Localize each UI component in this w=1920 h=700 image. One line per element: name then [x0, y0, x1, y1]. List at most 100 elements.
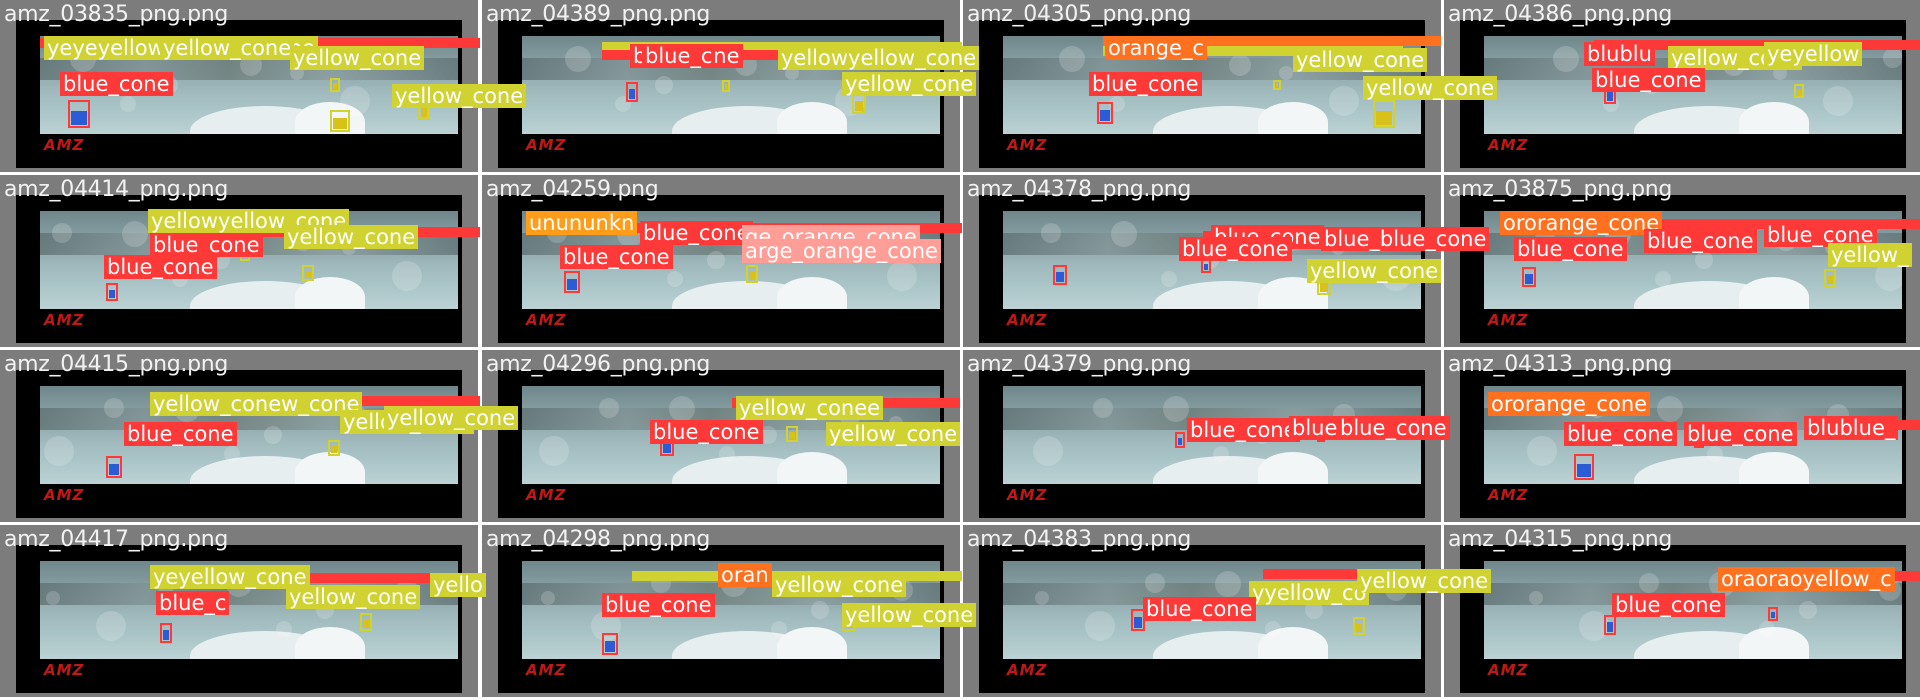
- detection-box: [1768, 607, 1778, 621]
- detection-label: blue_cone: [560, 245, 673, 269]
- detection-box: [302, 265, 314, 281]
- detection-mosaic: AMZyeyeyellow_cyellow_coneyellow_coneyel…: [0, 0, 1920, 700]
- tile-filename: amz_04417_png.png: [4, 527, 229, 552]
- image-tile: AMZ unununkn blue_cone ge_orange_cone blue_c…: [482, 175, 962, 347]
- detection-label: yeyellow: [1764, 42, 1863, 66]
- amz-logo: AMZ: [1007, 661, 1048, 679]
- detection-label: blue_cone: [1684, 422, 1797, 446]
- detection-label: yellow_cone: [826, 422, 961, 446]
- detection-label: blue_cone: [1089, 72, 1202, 96]
- detection-label: orange_c: [1105, 36, 1207, 60]
- detection-label: yellow_cone: [1307, 259, 1442, 283]
- image-tile: AMZ orange_c yellow_cone blue_cone yellow_co…: [963, 0, 1498, 172]
- detection-box: [1574, 454, 1594, 480]
- detection-label: blue_cone: [650, 420, 763, 444]
- amz-logo: AMZ: [1488, 661, 1529, 679]
- image-tile: AMZ blue_cone blue_ blue_cone amz_04379_png.…: [963, 350, 1450, 522]
- image-tile: AMZ blublu yellow_cone yeyellow blue_cone amz…: [1444, 0, 1920, 172]
- detection-box: [68, 100, 90, 128]
- detection-label: blue_cone: [150, 233, 263, 257]
- amz-logo: AMZ: [44, 136, 85, 154]
- detection-box: [1794, 84, 1804, 98]
- detection-label: yellow_cone: [772, 573, 907, 597]
- detection-box: [1053, 265, 1067, 285]
- detection-box: [602, 633, 618, 655]
- detection-box: [852, 94, 866, 114]
- detection-box: [1522, 267, 1536, 287]
- detection-label: yellow_cone: [842, 603, 977, 627]
- detection-label: yellow_cone: [384, 406, 519, 430]
- amz-logo: AMZ: [526, 136, 567, 154]
- detection-box: [330, 110, 350, 132]
- tile-filename: amz_04383_png.png: [967, 527, 1192, 552]
- detection-label: yyellow_co: [1249, 581, 1370, 605]
- detection-box: [1604, 615, 1616, 635]
- tile-filename: amz_04296_png.png: [486, 352, 711, 377]
- detection-label: blue_blue_cone: [1321, 227, 1490, 251]
- tile-filename: amz_04386_png.png: [1448, 2, 1673, 27]
- detection-label: oraoraoyellow_c: [1718, 567, 1895, 591]
- tile-filename: amz_04298_png.png: [486, 527, 711, 552]
- detection-box: [106, 283, 118, 301]
- detection-label: arge_orange_cone: [742, 239, 941, 263]
- amz-logo: AMZ: [1488, 311, 1529, 329]
- detection-label: yellow_: [1828, 243, 1912, 267]
- detection-label: blue_c: [156, 591, 230, 615]
- amz-logo: AMZ: [526, 661, 567, 679]
- amz-logo: AMZ: [44, 661, 85, 679]
- detection-box: [564, 271, 580, 293]
- detection-box: [1824, 269, 1836, 287]
- detection-label: yellow_cone: [286, 585, 421, 609]
- image-tile: AMZ oran yellow_cone blue_cone yellow_cone am…: [482, 525, 977, 697]
- detection-label: ororange_cone: [1488, 392, 1651, 416]
- detection-label: oran: [718, 563, 772, 587]
- image-tile: AMZblue_coneblue_cyellowyellow_coneyello…: [482, 0, 980, 172]
- amz-logo: AMZ: [44, 311, 85, 329]
- detection-label: blue_cone: [1564, 422, 1677, 446]
- detection-label: blue_cone: [124, 422, 237, 446]
- image-tile: AMZyeyeyellow_cyellow_coneyellow_coneyel…: [0, 0, 527, 172]
- detection-box: [328, 440, 340, 456]
- tile-filename: amz_04414_png.png: [4, 177, 229, 202]
- detection-label: yellow_cone: [1363, 76, 1498, 100]
- tile-filename: amz_04313_png.png: [1448, 352, 1673, 377]
- amz-logo: AMZ: [1007, 136, 1048, 154]
- detection-box: [746, 265, 758, 283]
- detection-box: [330, 78, 340, 92]
- detection-label: unununkn: [526, 211, 638, 235]
- tile-filename: amz_04389_png.png: [486, 2, 711, 27]
- image-tile: AMZ ororange_cone blue_cone blue_cone blue_c…: [1444, 175, 1920, 347]
- amz-logo: AMZ: [1488, 486, 1529, 504]
- amz-logo: AMZ: [44, 486, 85, 504]
- amz-logo: AMZ: [526, 311, 567, 329]
- detection-box: [626, 82, 638, 102]
- detection-label: blublu: [1584, 42, 1655, 66]
- detection-label: blue_c: [642, 44, 716, 68]
- detection-label: blue_cone: [640, 221, 753, 245]
- detection-label: yellow_cone: [160, 36, 295, 60]
- detection-box: [786, 426, 798, 442]
- detection-label: yellow_cone: [1357, 569, 1492, 593]
- image-tile: AMZ yeyellow_cone blue_c yellow_cone yello am…: [0, 525, 486, 697]
- amz-logo: AMZ: [1007, 311, 1048, 329]
- detection-label: yellow_conew_cone: [150, 392, 363, 416]
- detection-label: blue_cone: [1644, 229, 1757, 253]
- tile-filename: amz_04415_png.png: [4, 352, 229, 377]
- image-tile: AMZ yyellow_co yellow_cone blue_cone amz_043…: [963, 525, 1492, 697]
- detection-label: blue_cone: [1143, 597, 1256, 621]
- tile-filename: amz_04259.png: [486, 177, 659, 202]
- image-tile: AMZ yellow_conew_cone blue_cone yellow_cone…: [0, 350, 519, 522]
- detection-label: blue_cone: [1592, 68, 1705, 92]
- detection-label: yellow_cone: [284, 225, 419, 249]
- tile-filename: amz_03875_png.png: [1448, 177, 1673, 202]
- tile-filename: amz_04379_png.png: [967, 352, 1192, 377]
- image-tile: AMZ ororange_cone blue_cone blue_cone blublu…: [1444, 350, 1920, 522]
- image-tile: AMZ oraoraoyellow_c blue_cone amz_04315_png…: [1444, 525, 1920, 697]
- detection-label: blue_cone: [1612, 593, 1725, 617]
- detection-box: [1353, 617, 1365, 635]
- detection-label: blue_cone: [60, 72, 173, 96]
- tile-filename: amz_04315_png.png: [1448, 527, 1673, 552]
- detection-label: yellow_cone: [1293, 48, 1428, 72]
- image-tile: AMZ yellow_conee blue_cone yellow_cone amz_0…: [482, 350, 961, 522]
- detection-label: blue_cone: [104, 255, 217, 279]
